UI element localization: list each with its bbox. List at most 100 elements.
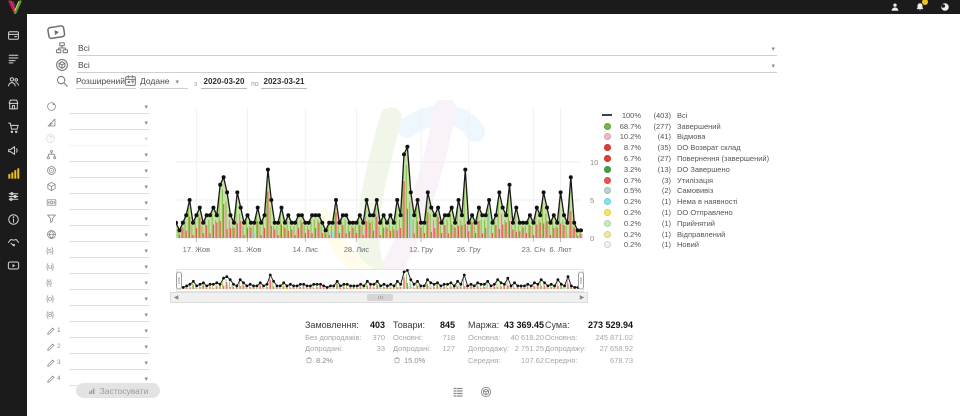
video-tutorial-icon[interactable] xyxy=(45,20,69,40)
legend-item[interactable]: 100%(403)Всі xyxy=(601,110,781,121)
user-icon[interactable] xyxy=(889,1,900,12)
svg-text:12. Гру: 12. Гру xyxy=(409,245,433,254)
legend-count: (35) xyxy=(641,143,671,152)
app-logo-icon[interactable] xyxy=(6,0,24,15)
legend-label: Повернення (завершений) xyxy=(677,154,769,163)
legend-label: Утилізація xyxy=(677,176,713,185)
filter-select-help[interactable]: ▾ xyxy=(69,132,150,146)
sidebar-item-partners[interactable] xyxy=(7,238,21,251)
filter-select-identifier[interactable]: ▾ xyxy=(69,164,150,178)
chevron-down-icon: ▾ xyxy=(144,328,148,335)
chart-scrollbar[interactable]: ◀ ▶ xyxy=(170,292,588,303)
legend-swatch xyxy=(601,241,613,248)
sidebar-item-dashboard[interactable] xyxy=(7,31,21,44)
sidebar-item-marketing[interactable] xyxy=(7,146,21,159)
filter-select-custom-2[interactable]: ▾ xyxy=(69,340,150,354)
scrollbar-thumb[interactable] xyxy=(367,294,393,301)
sidebar-item-analytics[interactable] xyxy=(7,169,21,182)
chart-brush-minimap[interactable] xyxy=(176,269,586,292)
chevron-down-icon: ▾ xyxy=(144,264,148,271)
filter-select-structure[interactable]: ▾ xyxy=(69,148,150,162)
calendar-icon xyxy=(124,74,138,88)
product-filter-value: Всі xyxy=(78,60,90,70)
svg-text:6. Лют: 6. Лют xyxy=(550,245,573,254)
chevron-down-icon: ▾ xyxy=(144,232,148,239)
legend-item[interactable]: 0.7%(3)Утилізація xyxy=(601,175,781,186)
avatar-icon[interactable] xyxy=(939,1,950,12)
sidebar-item-orders[interactable] xyxy=(7,54,21,67)
legend-item[interactable]: 8.7%(35)DO Возврат склад xyxy=(601,142,781,153)
legend-swatch xyxy=(601,123,613,130)
legend-swatch xyxy=(601,114,613,116)
date-from-label: з xyxy=(194,81,197,88)
date-to-input[interactable]: 2023-03-21 xyxy=(261,74,307,89)
sidebar-item-integrations[interactable] xyxy=(7,192,21,205)
filter-select-var-s[interactable]: ▾ xyxy=(69,244,150,258)
legend-percent: 3.2% xyxy=(613,165,641,174)
filter-select-payment[interactable]: ▾ xyxy=(69,196,150,210)
legend-item[interactable]: 3.2%(13)DO Завершено xyxy=(601,164,781,175)
filter-select-measure[interactable]: ▾ xyxy=(69,116,150,130)
legend-item[interactable]: 0.2%(1)Відправлений xyxy=(601,229,781,240)
svg-text:5: 5 xyxy=(590,196,594,205)
scroll-left-icon[interactable]: ◀ xyxy=(171,293,181,302)
search-icon[interactable] xyxy=(55,74,69,88)
legend-count: (13) xyxy=(641,165,671,174)
sidebar-item-info[interactable] xyxy=(7,215,21,228)
legend-label: Прийнятий xyxy=(677,219,715,228)
sidebar-item-tutorials[interactable] xyxy=(7,261,21,274)
video-icon xyxy=(7,259,20,277)
product-filter-select[interactable]: Всі ▾ xyxy=(55,57,777,73)
chevron-down-icon: ▾ xyxy=(144,344,148,351)
legend-item[interactable]: 10.2%(41)Відмова xyxy=(601,132,781,143)
legend-item[interactable]: 0.2%(1)Нема в наявності xyxy=(601,196,781,207)
legend-percent: 0.7% xyxy=(613,176,641,185)
var-u-icon: {u} xyxy=(46,260,61,273)
legend-item[interactable]: 0.2%(1)Новий xyxy=(601,240,781,251)
filter-select-custom-1[interactable]: ▾ xyxy=(69,324,150,338)
report-list-icon[interactable] xyxy=(452,385,464,397)
chevron-down-icon: ▾ xyxy=(144,120,148,127)
sidebar-item-purchases[interactable] xyxy=(7,123,21,136)
date-field-select[interactable]: Додане▾ xyxy=(140,74,188,89)
filter-select-status[interactable]: ▾ xyxy=(69,100,150,114)
legend-item[interactable]: 68.7%(277)Завершений xyxy=(601,121,781,132)
apply-button-label: Застосувати xyxy=(100,386,149,396)
legend-item[interactable]: 0.5%(2)Самовивіз xyxy=(601,186,781,197)
sidebar-item-store[interactable] xyxy=(7,100,21,113)
legend-percent: 0.2% xyxy=(613,197,641,206)
topbar-actions xyxy=(889,1,950,12)
chevron-down-icon: ▾ xyxy=(144,280,148,287)
filter-select-var-8[interactable]: ▾ xyxy=(69,308,150,322)
date-from-input[interactable]: 2020-03-20 xyxy=(201,74,247,89)
filter-select-funnel[interactable]: ▾ xyxy=(69,212,150,226)
marketing-icon xyxy=(7,144,20,162)
filter-row-status: ▾ xyxy=(46,99,150,114)
filter-select-var-u[interactable]: ▾ xyxy=(69,260,150,274)
orders-line-chart[interactable]: 17. Жов31. Жов14. Лис28. Лис12. Гру26. Г… xyxy=(176,100,606,256)
filter-select-region[interactable]: ▾ xyxy=(69,228,150,242)
funnel-source-select[interactable]: Всі ▾ xyxy=(55,40,777,56)
identifier-icon xyxy=(46,164,61,177)
stat-sub-row: Основна:245 871.02 xyxy=(545,333,633,342)
stat-sub-row: Допродані:33 xyxy=(305,344,385,353)
apply-button[interactable]: Застосувати xyxy=(76,383,160,398)
dashboard-icon xyxy=(7,29,20,47)
report-products-icon[interactable] xyxy=(480,385,492,397)
legend-swatch xyxy=(601,209,613,216)
filter-select-var-o[interactable]: ▾ xyxy=(69,292,150,306)
legend-count: (1) xyxy=(641,240,671,249)
filter-row-var-u: {u} ▾ xyxy=(46,259,150,274)
filter-select-var-t[interactable]: ▾ xyxy=(69,276,150,290)
scroll-right-icon[interactable]: ▶ xyxy=(577,293,587,302)
filter-select-product[interactable]: ▾ xyxy=(69,180,150,194)
chevron-down-icon: ▾ xyxy=(144,184,148,191)
legend-item[interactable]: 0.2%(1)DO Отправлено xyxy=(601,207,781,218)
custom-3-icon: 3 xyxy=(46,356,61,369)
bell-icon[interactable] xyxy=(914,1,925,12)
filter-select-custom-3[interactable]: ▾ xyxy=(69,356,150,370)
legend-item[interactable]: 6.7%(27)Повернення (завершений) xyxy=(601,153,781,164)
sidebar-item-clients[interactable] xyxy=(7,77,21,90)
legend-item[interactable]: 0.2%(1)Прийнятий xyxy=(601,218,781,229)
legend-count: (2) xyxy=(641,186,671,195)
